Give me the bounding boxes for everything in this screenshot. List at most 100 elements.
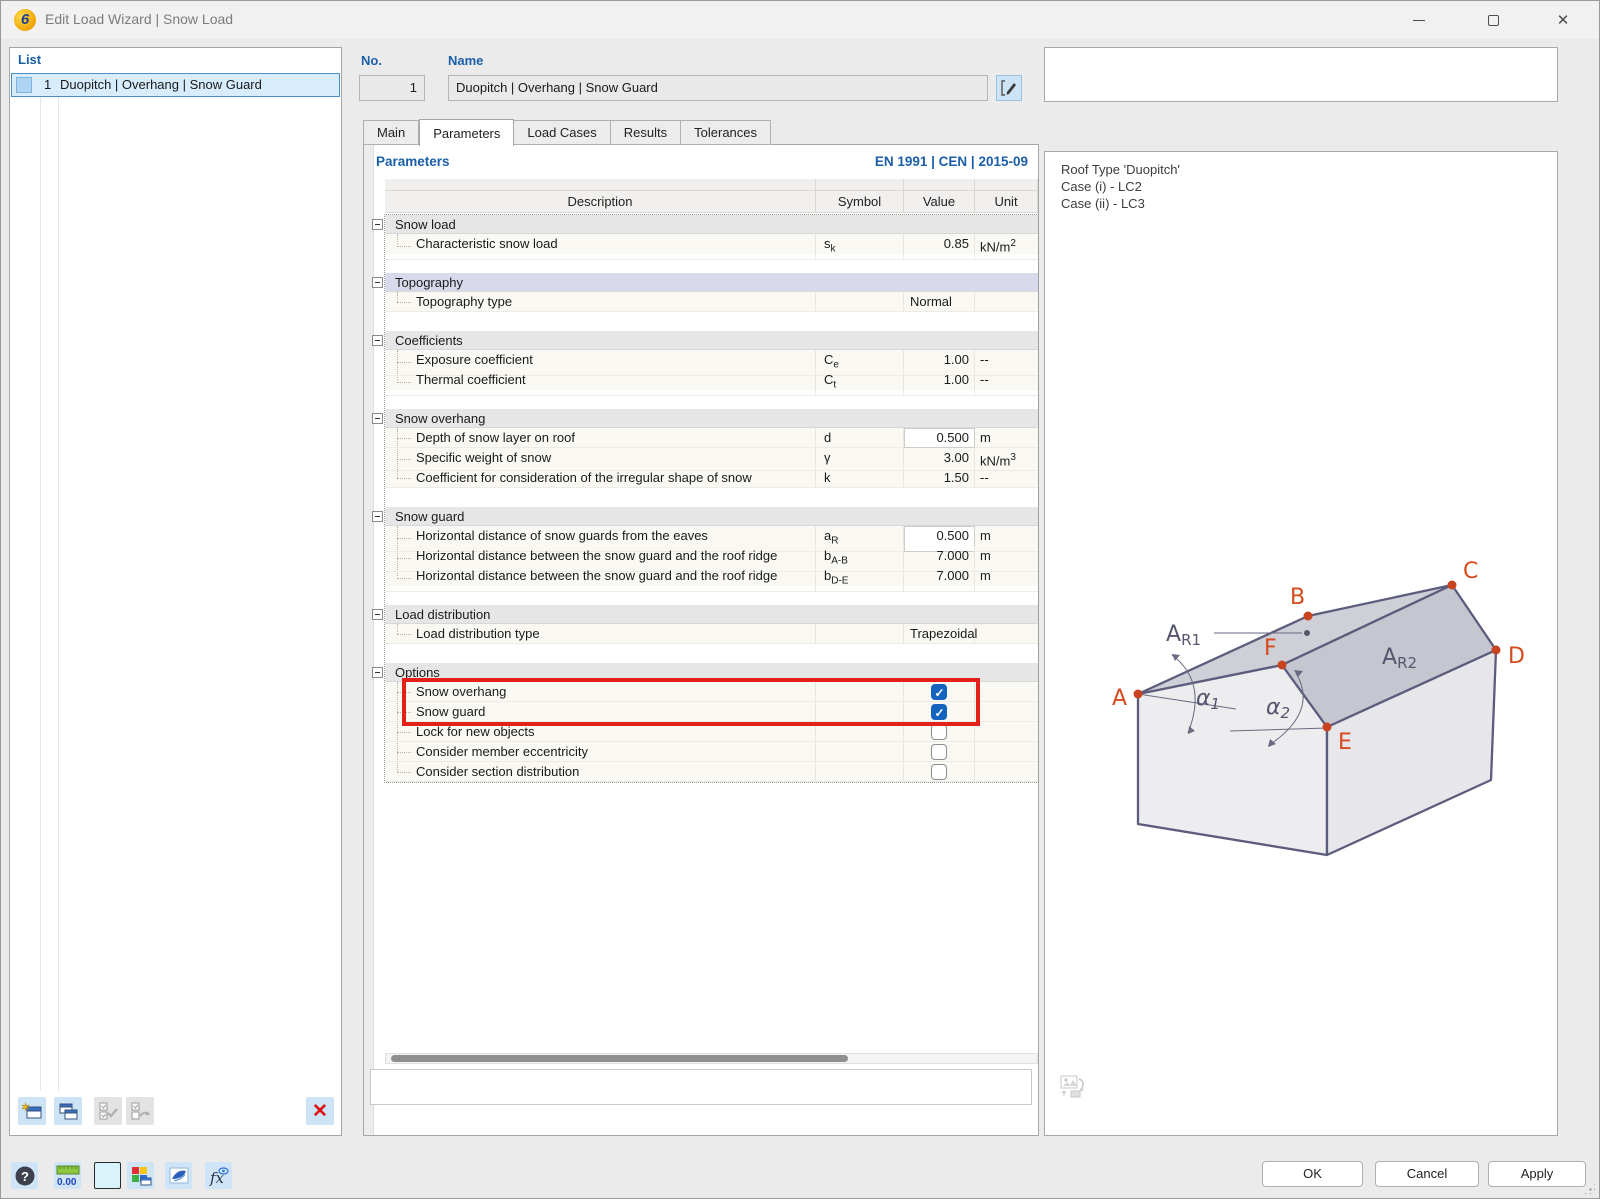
table-row[interactable]: Specific weight of snow γ 3.00 kN/m3 [385, 448, 1038, 468]
table-row[interactable]: Horizontal distance of snow guards from … [385, 526, 1038, 546]
roof-type-label: Roof Type 'Duopitch' [1061, 161, 1180, 178]
edit-load-wizard-dialog: { "titlebar": { "title": "Edit Load Wiza… [0, 0, 1600, 1199]
minimize-icon [1413, 20, 1425, 21]
table-row[interactable]: Consider member eccentricity [385, 742, 1038, 762]
table-row[interactable]: Consider section distribution [385, 762, 1038, 782]
collapse-icon[interactable] [372, 335, 383, 346]
parameters-table: Snow load Characteristic snow load sk 0.… [385, 215, 1038, 782]
vertex-label-D: D [1508, 644, 1525, 669]
print-graphic-button[interactable] [1059, 1073, 1089, 1099]
maximize-button[interactable] [1463, 1, 1523, 39]
apply-button[interactable]: Apply [1488, 1161, 1586, 1187]
table-row[interactable]: Depth of snow layer on roof d 0.500 m [385, 428, 1038, 448]
col-value: Value [904, 191, 975, 213]
case-i-label: Case (i) - LC2 [1061, 178, 1180, 195]
vertex-label-F: F [1264, 636, 1277, 661]
table-row[interactable]: Coefficient for consideration of the irr… [385, 468, 1038, 488]
delete-item-button[interactable]: ✕ [306, 1097, 334, 1125]
formula-editor-button[interactable]: fx [205, 1162, 232, 1189]
app-logo-icon: 6 [14, 9, 36, 31]
table-row[interactable]: Snow overhang [385, 682, 1038, 702]
vertex-dot-E [1323, 723, 1332, 732]
no-field[interactable]: 1 [359, 75, 425, 101]
table-header: Description Symbol Value Unit [385, 179, 1038, 213]
display-settings-button[interactable] [165, 1162, 192, 1189]
titlebar: 6 Edit Load Wizard | Snow Load ✕ [1, 1, 1599, 39]
group-header-topography[interactable]: Topography [385, 273, 1038, 292]
cancel-button[interactable]: Cancel [1375, 1161, 1479, 1187]
duopitch-roof-diagram: A B C D E F AR1 AR2 α1 α2 [1062, 542, 1542, 862]
number-format-button[interactable]: 0.00 [54, 1162, 81, 1189]
list-item-label: Duopitch | Overhang | Snow Guard [60, 77, 262, 92]
collapse-icon[interactable] [372, 413, 383, 424]
depth-input[interactable]: 0.500 [904, 428, 975, 448]
question-icon: ? [14, 1165, 36, 1187]
rename-button[interactable] [996, 75, 1022, 101]
tab-results[interactable]: Results [611, 120, 681, 145]
svg-text:?: ? [21, 1169, 29, 1184]
topography-type-select[interactable]: Normal [904, 292, 975, 312]
checkbox-lock-new-objects[interactable] [931, 724, 947, 740]
help-button[interactable]: ? [11, 1162, 38, 1189]
tab-tolerances[interactable]: Tolerances [681, 120, 771, 145]
collapse-icon[interactable] [372, 609, 383, 620]
list-panel: List 1 Duopitch | Overhang | Snow Guard … [9, 47, 342, 1136]
collapse-icon[interactable] [372, 667, 383, 678]
group-header-snow-overhang[interactable]: Snow overhang [385, 409, 1038, 428]
horizontal-scrollbar[interactable] [385, 1053, 1038, 1064]
table-row[interactable]: Characteristic snow load sk 0.85 kN/m2 [385, 234, 1038, 254]
top-right-panel [1044, 47, 1558, 102]
group-header-load-distribution[interactable]: Load distribution [385, 605, 1038, 624]
tab-load-cases[interactable]: Load Cases [514, 120, 610, 145]
check-all-button[interactable] [94, 1097, 122, 1125]
close-button[interactable]: ✕ [1533, 1, 1593, 39]
uncheck-all-button[interactable] [126, 1097, 154, 1125]
list-item-swatch [16, 77, 32, 93]
new-window-icon: ✶ [21, 1100, 43, 1122]
checkbox-section-distribution[interactable] [931, 764, 947, 780]
load-distribution-select[interactable]: Trapezoidal [904, 624, 975, 644]
no-field-label: No. [361, 53, 382, 68]
graphic-export-icon [1059, 1073, 1089, 1099]
group-header-snow-guard[interactable]: Snow guard [385, 507, 1038, 526]
name-field[interactable]: Duopitch | Overhang | Snow Guard [448, 75, 988, 101]
collapse-icon[interactable] [372, 511, 383, 522]
new-item-button[interactable]: ✶ [18, 1097, 46, 1125]
panel-left-strip [364, 145, 374, 1135]
tab-parameters[interactable]: Parameters [419, 119, 514, 146]
tab-bar: Main Parameters Load Cases Results Toler… [363, 118, 771, 145]
collapse-icon[interactable] [372, 219, 383, 230]
table-row[interactable]: Load distribution type Trapezoidal [385, 624, 1038, 644]
background-color-button[interactable] [94, 1162, 121, 1189]
ok-button[interactable]: OK [1262, 1161, 1363, 1187]
table-row[interactable]: Exposure coefficient Ce 1.00 -- [385, 350, 1038, 370]
copy-windows-icon [57, 1100, 79, 1122]
vertex-label-A: A [1112, 686, 1127, 711]
minimize-button[interactable] [1389, 1, 1449, 39]
copy-item-button[interactable] [54, 1097, 82, 1125]
wave-icon [168, 1165, 190, 1187]
table-row[interactable]: Horizontal distance between the snow gua… [385, 566, 1038, 586]
group-header-options[interactable]: Options [385, 663, 1038, 682]
vertex-dot-D [1492, 646, 1501, 655]
units-grid-icon [130, 1165, 152, 1187]
list-item[interactable]: 1 Duopitch | Overhang | Snow Guard [11, 73, 340, 97]
checkbox-snow-overhang[interactable] [931, 684, 947, 700]
vertex-label-E: E [1338, 730, 1352, 755]
table-row[interactable]: Lock for new objects [385, 722, 1038, 742]
checkbox-snow-guard[interactable] [931, 704, 947, 720]
units-settings-button[interactable] [127, 1162, 154, 1189]
collapse-icon[interactable] [372, 277, 383, 288]
table-row[interactable]: Thermal coefficient Ct 1.00 -- [385, 370, 1038, 390]
group-header-snow-load[interactable]: Snow load [385, 215, 1038, 234]
hint-box [370, 1069, 1032, 1105]
vertex-label-C: C [1463, 559, 1478, 584]
tab-main[interactable]: Main [363, 120, 419, 145]
svg-text:0.00: 0.00 [57, 1177, 77, 1188]
table-row[interactable]: Snow guard [385, 702, 1038, 722]
table-row[interactable]: Topography type Normal [385, 292, 1038, 312]
group-header-coefficients[interactable]: Coefficients [385, 331, 1038, 350]
scrollbar-thumb[interactable] [391, 1055, 848, 1062]
table-row[interactable]: Horizontal distance between the snow gua… [385, 546, 1038, 566]
checkbox-member-eccentricity[interactable] [931, 744, 947, 760]
